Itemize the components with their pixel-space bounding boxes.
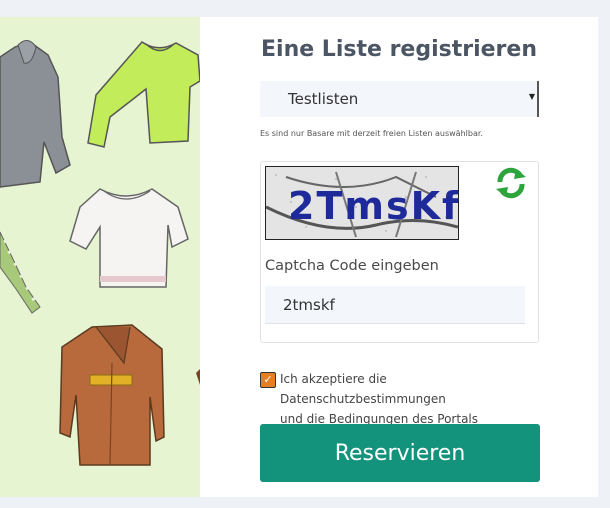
captcha-panel: 2TmsKf Captcha Code eingeben	[260, 161, 539, 343]
consent-label: Ich akzeptiere die Datenschutzbestimmung…	[280, 369, 550, 429]
consent-label-line1: Ich akzeptiere die Datenschutzbestimmung…	[280, 372, 446, 406]
brown-coat-illustration	[59, 324, 165, 466]
registration-card: Eine Liste registrieren Testlisten ▼ Es …	[0, 17, 598, 497]
page-title: Eine Liste registrieren	[261, 37, 537, 62]
striped-sleeve-illustration	[0, 231, 41, 314]
reserve-button[interactable]: Reservieren	[260, 424, 540, 482]
list-select[interactable]: Testlisten ▼	[260, 81, 539, 117]
captcha-input[interactable]	[265, 286, 525, 324]
checkmark-icon: ✓	[263, 373, 273, 386]
green-shirt-illustration	[87, 41, 200, 148]
list-select-value: Testlisten	[288, 90, 359, 108]
registration-form: Eine Liste registrieren Testlisten ▼ Es …	[200, 17, 598, 497]
refresh-icon[interactable]	[494, 167, 528, 203]
captcha-label: Captcha Code eingeben	[265, 258, 439, 274]
clothing-illustration	[0, 17, 200, 497]
white-tshirt-illustration	[69, 188, 189, 288]
hoodie-illustration	[0, 40, 71, 188]
captcha-image-text: 2TmsKf	[288, 184, 458, 228]
consent-checkbox[interactable]: ✓	[260, 372, 276, 388]
list-hint-text: Es sind nur Basare mit derzeit freien Li…	[260, 129, 483, 138]
captcha-image: 2TmsKf	[265, 166, 459, 240]
caret-down-icon[interactable]: ▼	[529, 92, 535, 101]
